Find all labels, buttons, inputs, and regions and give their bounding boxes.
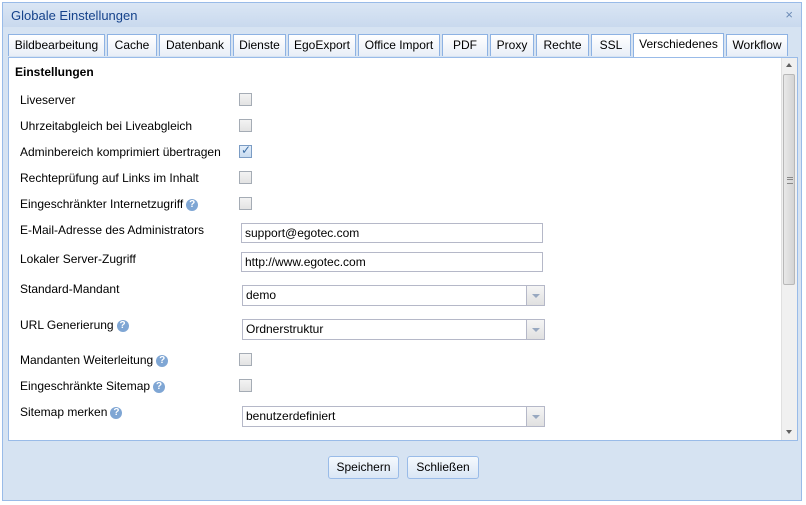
server-zugriff-label: Lokaler Server-Zugriff: [20, 252, 136, 266]
server-zugriff-field[interactable]: http://www.egotec.com: [241, 252, 543, 272]
rechtepruefung-checkbox[interactable]: [239, 171, 252, 184]
tab-office-import[interactable]: Office Import: [358, 34, 440, 56]
standard-mandant-value: demo: [246, 288, 277, 302]
liveserver-label: Liveserver: [20, 93, 76, 107]
help-icon[interactable]: ?: [110, 406, 123, 419]
internetzugriff-label: Eingeschränkter Internetzugriff: [20, 197, 184, 211]
url-generierung-row: URL Generierung?: [20, 318, 129, 332]
liveserver-checkbox[interactable]: [239, 93, 252, 106]
chevron-down-icon[interactable]: [526, 407, 544, 426]
sitemap-eingeschraenkt-checkbox[interactable]: [239, 379, 252, 392]
scroll-up-icon[interactable]: [782, 58, 797, 73]
help-icon[interactable]: ?: [153, 380, 166, 393]
save-button[interactable]: Speichern: [328, 456, 399, 479]
dialog-title: Globale Einstellungen: [11, 8, 138, 23]
tab-workflow[interactable]: Workflow: [726, 34, 788, 56]
tab-verschiedenes[interactable]: Verschiedenes: [633, 33, 724, 57]
standard-mandant-select[interactable]: demo: [242, 285, 545, 306]
sitemap-merken-row: Sitemap merken?: [20, 405, 123, 419]
tab-pdf[interactable]: PDF: [442, 34, 488, 56]
admin-komprimiert-label: Adminbereich komprimiert übertragen: [20, 145, 221, 159]
tab-strip: Bildbearbeitung Cache Datenbank Dienste …: [8, 33, 790, 58]
close-icon[interactable]: ×: [785, 7, 793, 22]
tab-cache[interactable]: Cache: [107, 34, 157, 56]
url-generierung-value: Ordnerstruktur: [246, 322, 324, 336]
grip-icon: [787, 177, 793, 184]
chevron-down-icon[interactable]: [526, 286, 544, 305]
close-button[interactable]: Schließen: [407, 456, 479, 479]
mandanten-weiterleitung-label: Mandanten Weiterleitung: [20, 353, 154, 367]
url-generierung-select[interactable]: Ordnerstruktur: [242, 319, 545, 340]
sitemap-eingeschraenkt-row: Eingeschränkte Sitemap?: [20, 379, 166, 393]
vertical-scrollbar[interactable]: [781, 58, 797, 440]
sitemap-eingeschraenkt-label: Eingeschränkte Sitemap: [20, 379, 151, 393]
sitemap-merken-label: Sitemap merken: [20, 405, 108, 419]
admin-email-field[interactable]: support@egotec.com: [241, 223, 543, 243]
standard-mandant-label: Standard-Mandant: [20, 282, 120, 296]
scrollbar-thumb[interactable]: [783, 74, 795, 285]
tab-bildbearbeitung[interactable]: Bildbearbeitung: [8, 34, 105, 56]
admin-email-label: E-Mail-Adresse des Administrators: [20, 223, 205, 237]
url-generierung-label: URL Generierung: [20, 318, 114, 332]
scroll-down-icon[interactable]: [782, 425, 797, 440]
uhrzeit-label: Uhrzeitabgleich bei Liveabgleich: [20, 119, 193, 133]
tab-datenbank[interactable]: Datenbank: [159, 34, 231, 56]
sitemap-merken-select[interactable]: benutzerdefiniert: [242, 406, 545, 427]
sitemap-merken-value: benutzerdefiniert: [246, 409, 336, 423]
settings-panel: Einstellungen Liveserver Uhrzeitabgleich…: [8, 57, 798, 441]
help-icon[interactable]: ?: [156, 354, 169, 367]
admin-komprimiert-checkbox[interactable]: [239, 143, 252, 158]
uhrzeit-checkbox[interactable]: [239, 119, 252, 132]
help-icon[interactable]: ?: [116, 319, 129, 332]
tab-rechte[interactable]: Rechte: [536, 34, 589, 56]
tab-egoexport[interactable]: EgoExport: [288, 34, 356, 56]
tab-proxy[interactable]: Proxy: [490, 34, 534, 56]
dialog-titlebar[interactable]: Globale Einstellungen ×: [3, 3, 801, 27]
mandanten-weiterleitung-row: Mandanten Weiterleitung?: [20, 353, 169, 367]
section-title: Einstellungen: [15, 65, 94, 79]
rechtepruefung-label: Rechteprüfung auf Links im Inhalt: [20, 171, 199, 185]
internetzugriff-row: Eingeschränkter Internetzugriff?: [20, 197, 199, 211]
chevron-down-icon[interactable]: [526, 320, 544, 339]
tab-dienste[interactable]: Dienste: [233, 34, 286, 56]
mandanten-weiterleitung-checkbox[interactable]: [239, 353, 252, 366]
tab-ssl[interactable]: SSL: [591, 34, 631, 56]
help-icon[interactable]: ?: [186, 198, 199, 211]
internetzugriff-checkbox[interactable]: [239, 197, 252, 210]
